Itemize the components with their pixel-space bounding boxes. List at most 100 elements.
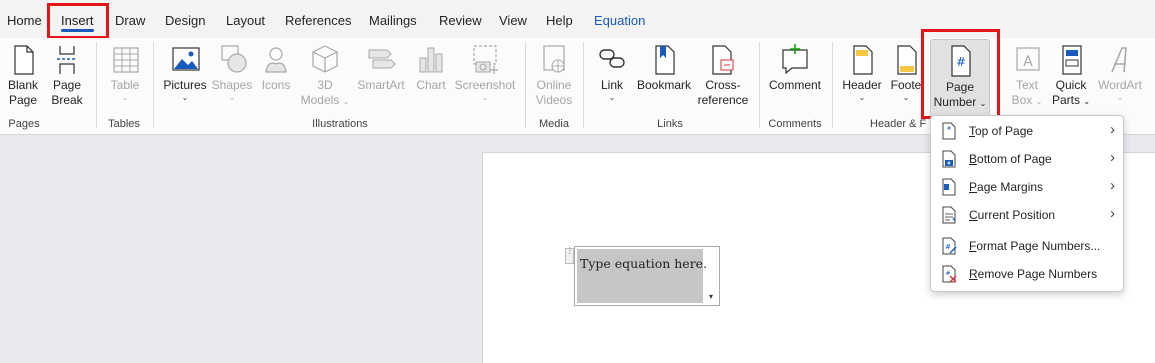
menu-item-text: op of Page [975, 124, 1034, 138]
chevron-down-icon: ⌄ [121, 93, 129, 102]
3d-models-label-line2: Models ⌄ [298, 93, 352, 109]
cross-reference-icon [712, 45, 734, 75]
page-break-label: Page [52, 78, 82, 92]
cross-reference-label-line2: reference [697, 93, 749, 107]
tab-equation[interactable]: Equation [594, 13, 645, 28]
svg-text:A: A [1023, 54, 1033, 70]
bookmark-button[interactable]: Bookmark [634, 42, 694, 93]
smartart-button[interactable]: SmartArt [355, 42, 407, 93]
text-box-button[interactable]: A Text Box ⌄ [1006, 42, 1048, 109]
chevron-right-icon: › [1110, 121, 1115, 138]
online-videos-button[interactable]: Online Videos [530, 42, 578, 108]
chevron-right-icon: › [1110, 149, 1115, 166]
equation-dropdown-icon[interactable]: ▾ [704, 290, 718, 304]
format-page-numbers-icon: # [942, 237, 957, 255]
page-break-label-line2: Break [51, 93, 83, 107]
chevron-down-icon: ⌄ [1083, 97, 1091, 106]
chevron-down-icon: ⌄ [481, 93, 489, 102]
page-break-button[interactable]: Page Break [46, 42, 88, 108]
comment-label: Comment [768, 78, 821, 92]
footer-button[interactable]: Foote ⌄ [886, 42, 926, 103]
equation-placeholder: Type equation here. [580, 256, 708, 271]
quick-parts-label: Quick [1055, 78, 1087, 92]
menu-item-label: Format Page Numbers... [969, 239, 1100, 253]
group-label-header-footer: Header & F [870, 118, 927, 130]
text-box-icon: A [1016, 47, 1040, 71]
svg-text:#: # [945, 270, 950, 277]
menu-item-label: Top of Page [969, 124, 1033, 138]
link-button[interactable]: Link ⌄ [592, 42, 632, 103]
equation-handle[interactable]: ⋮ [565, 247, 574, 264]
menu-item-bottom-of-page[interactable]: # Bottom of Page › [931, 146, 1123, 172]
tab-view[interactable]: View [499, 13, 527, 28]
screenshot-button[interactable]: Screenshot ⌄ [453, 42, 517, 103]
comment-button[interactable]: Comment [765, 42, 825, 93]
cross-reference-label: Cross- [705, 78, 741, 92]
group-label-links: Links [657, 118, 683, 130]
menu-item-text: ormat Page Numbers... [976, 239, 1101, 253]
group-label-media: Media [539, 118, 569, 130]
table-button[interactable]: Table ⌄ [104, 42, 146, 103]
current-position-icon: # [942, 206, 956, 224]
chevron-right-icon: › [1110, 205, 1115, 222]
remove-page-numbers-icon: # [942, 265, 957, 283]
chevron-down-icon: ⌄ [608, 93, 616, 102]
tab-review[interactable]: Review [439, 13, 482, 28]
tab-draw[interactable]: Draw [115, 13, 145, 28]
chevron-down-icon: ⌄ [1116, 93, 1124, 102]
equation-box[interactable]: Type equation here. ▾ [574, 246, 720, 306]
menu-item-label: Remove Page Numbers [969, 267, 1097, 281]
chevron-down-icon: ⌄ [181, 93, 189, 102]
tab-help[interactable]: Help [546, 13, 573, 28]
menu-item-remove-page-numbers[interactable]: # Remove Page Numbers [931, 261, 1123, 287]
page-margins-icon [942, 178, 956, 196]
quick-parts-text: Parts [1051, 93, 1080, 107]
page-break-icon [57, 46, 77, 74]
chevron-down-icon: ⌄ [228, 93, 236, 102]
menu-item-text: ottom of Page [977, 152, 1052, 166]
chevron-right-icon: › [1110, 177, 1115, 194]
header-button[interactable]: Header ⌄ [840, 42, 884, 103]
pictures-button[interactable]: Pictures ⌄ [160, 42, 210, 103]
wordart-label: WordArt [1098, 78, 1142, 92]
tab-design[interactable]: Design [165, 13, 205, 28]
equation-placeholder-area[interactable]: Type equation here. [577, 249, 707, 303]
wordart-icon [1111, 47, 1127, 73]
pictures-label: Pictures [163, 78, 207, 92]
3d-models-button[interactable]: 3D Models ⌄ [298, 42, 352, 109]
table-icon [113, 47, 139, 73]
menu-item-format-page-numbers[interactable]: # Format Page Numbers... [931, 233, 1123, 259]
online-video-icon [543, 45, 565, 73]
icons-button[interactable]: Icons [256, 42, 296, 93]
tab-mailings[interactable]: Mailings [369, 13, 417, 28]
group-label-tables: Tables [108, 118, 140, 130]
blank-page-button[interactable]: Blank Page [2, 42, 44, 108]
menu-item-accelerator: C [969, 208, 978, 222]
shapes-label: Shapes [211, 78, 253, 92]
text-box-label: Text [1015, 78, 1038, 92]
chevron-down-icon: ⌄ [858, 93, 866, 102]
blank-page-label-line2: Page [8, 93, 38, 107]
menu-item-top-of-page[interactable]: # Top of Page › [931, 118, 1123, 144]
smartart-label: SmartArt [357, 78, 405, 92]
menu-item-text: emove Page Numbers [977, 267, 1098, 281]
tab-layout[interactable]: Layout [226, 13, 265, 28]
tab-home[interactable]: Home [7, 13, 42, 28]
menu-item-current-position[interactable]: # Current Position › [931, 202, 1123, 228]
shapes-button[interactable]: Shapes ⌄ [210, 42, 254, 103]
smartart-icon [368, 49, 396, 69]
group-separator [759, 42, 760, 128]
menu-item-accelerator: P [969, 180, 978, 194]
link-label: Link [600, 78, 623, 92]
chart-button[interactable]: Chart [411, 42, 451, 93]
screenshot-label: Screenshot [454, 78, 516, 92]
online-videos-label: Online [536, 78, 572, 92]
wordart-button[interactable]: WordArt ⌄ [1094, 42, 1146, 103]
tab-references[interactable]: References [285, 13, 351, 28]
quick-parts-button[interactable]: Quick Parts ⌄ [1048, 42, 1094, 109]
3d-models-text: Models [300, 93, 340, 107]
cross-reference-button[interactable]: Cross- reference [695, 42, 751, 108]
chart-label: Chart [416, 78, 446, 92]
menu-item-page-margins[interactable]: Page Margins › [931, 174, 1123, 200]
quick-parts-icon [1062, 45, 1082, 75]
